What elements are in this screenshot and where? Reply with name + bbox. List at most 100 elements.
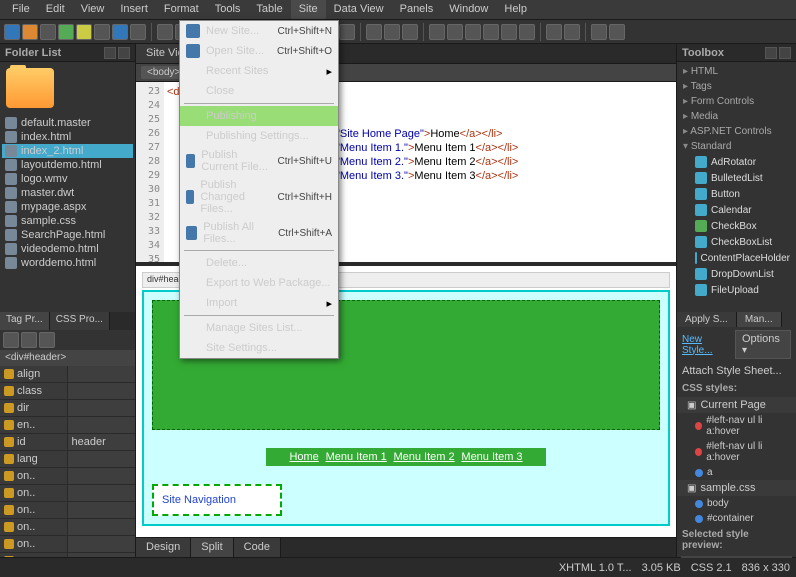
tag-tab[interactable]: CSS Pro... <box>50 312 110 330</box>
menu-item-close[interactable]: Close <box>180 81 338 101</box>
panel-pin-icon[interactable] <box>765 47 777 59</box>
file-item[interactable]: index.html <box>2 130 133 144</box>
toolbar-icon[interactable] <box>429 24 445 40</box>
view-tab-code[interactable]: Code <box>234 538 281 557</box>
property-row[interactable]: on.. <box>0 536 135 553</box>
styles-tab[interactable]: Man... <box>737 312 782 327</box>
tag-tab[interactable]: Tag Pr... <box>0 312 50 330</box>
styles-tab[interactable]: Apply S... <box>677 312 737 327</box>
toolbar-icon[interactable] <box>22 24 38 40</box>
property-row[interactable]: idheader <box>0 434 135 451</box>
menu-help[interactable]: Help <box>496 0 535 19</box>
attach-stylesheet[interactable]: Attach Style Sheet... <box>682 365 782 377</box>
property-row[interactable]: on.. <box>0 553 135 557</box>
toolbox-control[interactable]: CheckBoxList <box>679 234 794 250</box>
site-navigation-box[interactable]: Site Navigation <box>152 484 282 516</box>
menu-edit[interactable]: Edit <box>38 0 73 19</box>
view-tab-split[interactable]: Split <box>191 538 233 557</box>
file-item[interactable]: sample.css <box>2 214 133 228</box>
tag-tool-icon[interactable] <box>21 332 37 348</box>
property-row[interactable]: en.. <box>0 417 135 434</box>
toolbar-icon[interactable] <box>483 24 499 40</box>
toolbox-section[interactable]: Media <box>679 109 794 124</box>
menu-item-publish-all-files-[interactable]: Publish All Files...Ctrl+Shift+A <box>180 218 338 248</box>
toolbar-icon[interactable] <box>157 24 173 40</box>
toolbar-icon[interactable] <box>501 24 517 40</box>
file-item[interactable]: SearchPage.html <box>2 228 133 242</box>
panel-pin-icon[interactable] <box>104 47 116 59</box>
options-button[interactable]: Options ▾ <box>735 330 791 359</box>
folder-icon[interactable] <box>6 68 54 108</box>
nav-link[interactable]: Menu Item 2 <box>393 451 454 463</box>
toolbox-control[interactable]: FileUpload <box>679 282 794 298</box>
toolbar-icon[interactable] <box>591 24 607 40</box>
toolbar-icon[interactable] <box>564 24 580 40</box>
menu-item-import[interactable]: Import▸ <box>180 293 338 313</box>
menu-item-new-site-[interactable]: New Site...Ctrl+Shift+N <box>180 21 338 41</box>
toolbar-icon[interactable] <box>112 24 128 40</box>
toolbox-section[interactable]: Tags <box>679 79 794 94</box>
file-item[interactable]: videodemo.html <box>2 242 133 256</box>
toolbox-control[interactable]: BulletedList <box>679 170 794 186</box>
nav-link[interactable]: Menu Item 1 <box>326 451 387 463</box>
toolbox-section[interactable]: Form Controls <box>679 94 794 109</box>
toolbox-control[interactable]: CheckBox <box>679 218 794 234</box>
file-item[interactable]: layoutdemo.html <box>2 158 133 172</box>
menu-file[interactable]: File <box>4 0 38 19</box>
menu-table[interactable]: Table <box>248 0 290 19</box>
menu-item-site-settings-[interactable]: Site Settings... <box>180 338 338 358</box>
current-page-group[interactable]: ▣ Current Page <box>677 397 796 413</box>
nav-link[interactable]: Menu Item 3 <box>461 451 522 463</box>
toolbox-control[interactable]: DropDownList <box>679 266 794 282</box>
toolbar-icon[interactable] <box>384 24 400 40</box>
menu-item-publish-current-file-[interactable]: Publish Current File...Ctrl+Shift+U <box>180 146 338 176</box>
css-rule[interactable]: #container <box>677 511 796 526</box>
panel-close-icon[interactable] <box>779 47 791 59</box>
menu-item-recent-sites[interactable]: Recent Sites▸ <box>180 61 338 81</box>
stylesheet-group[interactable]: ▣ sample.css <box>677 480 796 496</box>
css-rule[interactable]: a <box>677 465 796 480</box>
menu-data-view[interactable]: Data View <box>326 0 392 19</box>
toolbox-control[interactable]: Calendar <box>679 202 794 218</box>
toolbox-section[interactable]: HTML <box>679 64 794 79</box>
property-row[interactable]: lang <box>0 451 135 468</box>
menu-item-publishing-settings-[interactable]: Publishing Settings... <box>180 126 338 146</box>
view-tab-design[interactable]: Design <box>136 538 191 557</box>
menu-view[interactable]: View <box>73 0 113 19</box>
new-style-link[interactable]: New Style... <box>682 334 731 356</box>
css-rule[interactable]: #left-nav ul li a:hover <box>677 439 796 465</box>
toolbar-icon[interactable] <box>94 24 110 40</box>
toolbar-icon[interactable] <box>4 24 20 40</box>
toolbox-section-standard[interactable]: Standard <box>679 139 794 154</box>
menu-item-export-to-web-package-[interactable]: Export to Web Package... <box>180 273 338 293</box>
menu-item-publishing[interactable]: Publishing <box>180 106 338 126</box>
toolbar-icon[interactable] <box>366 24 382 40</box>
toolbar-icon[interactable] <box>339 24 355 40</box>
toolbar-icon[interactable] <box>76 24 92 40</box>
panel-close-icon[interactable] <box>118 47 130 59</box>
toolbar-icon[interactable] <box>447 24 463 40</box>
nav-link[interactable]: Home <box>289 451 318 463</box>
css-rule[interactable]: body <box>677 496 796 511</box>
menu-item-open-site-[interactable]: Open Site...Ctrl+Shift+O <box>180 41 338 61</box>
property-row[interactable]: align <box>0 366 135 383</box>
tag-tool-icon[interactable] <box>39 332 55 348</box>
property-row[interactable]: dir <box>0 400 135 417</box>
property-row[interactable]: on.. <box>0 502 135 519</box>
toolbox-control[interactable]: Button <box>679 186 794 202</box>
toolbar-icon[interactable] <box>40 24 56 40</box>
menu-item-delete-[interactable]: Delete... <box>180 253 338 273</box>
menu-site[interactable]: Site <box>291 0 326 19</box>
toolbar-icon[interactable] <box>546 24 562 40</box>
menu-item-manage-sites-list-[interactable]: Manage Sites List... <box>180 318 338 338</box>
toolbar-icon[interactable] <box>402 24 418 40</box>
file-item[interactable]: logo.wmv <box>2 172 133 186</box>
file-item[interactable]: master.dwt <box>2 186 133 200</box>
nav-menu[interactable]: Home Menu Item 1 Menu Item 2 Menu Item 3 <box>266 448 546 466</box>
toolbar-icon[interactable] <box>519 24 535 40</box>
property-row[interactable]: on.. <box>0 519 135 536</box>
toolbox-control[interactable]: ContentPlaceHolder <box>679 250 794 266</box>
toolbox-section[interactable]: ASP.NET Controls <box>679 124 794 139</box>
property-row[interactable]: class <box>0 383 135 400</box>
property-row[interactable]: on.. <box>0 485 135 502</box>
